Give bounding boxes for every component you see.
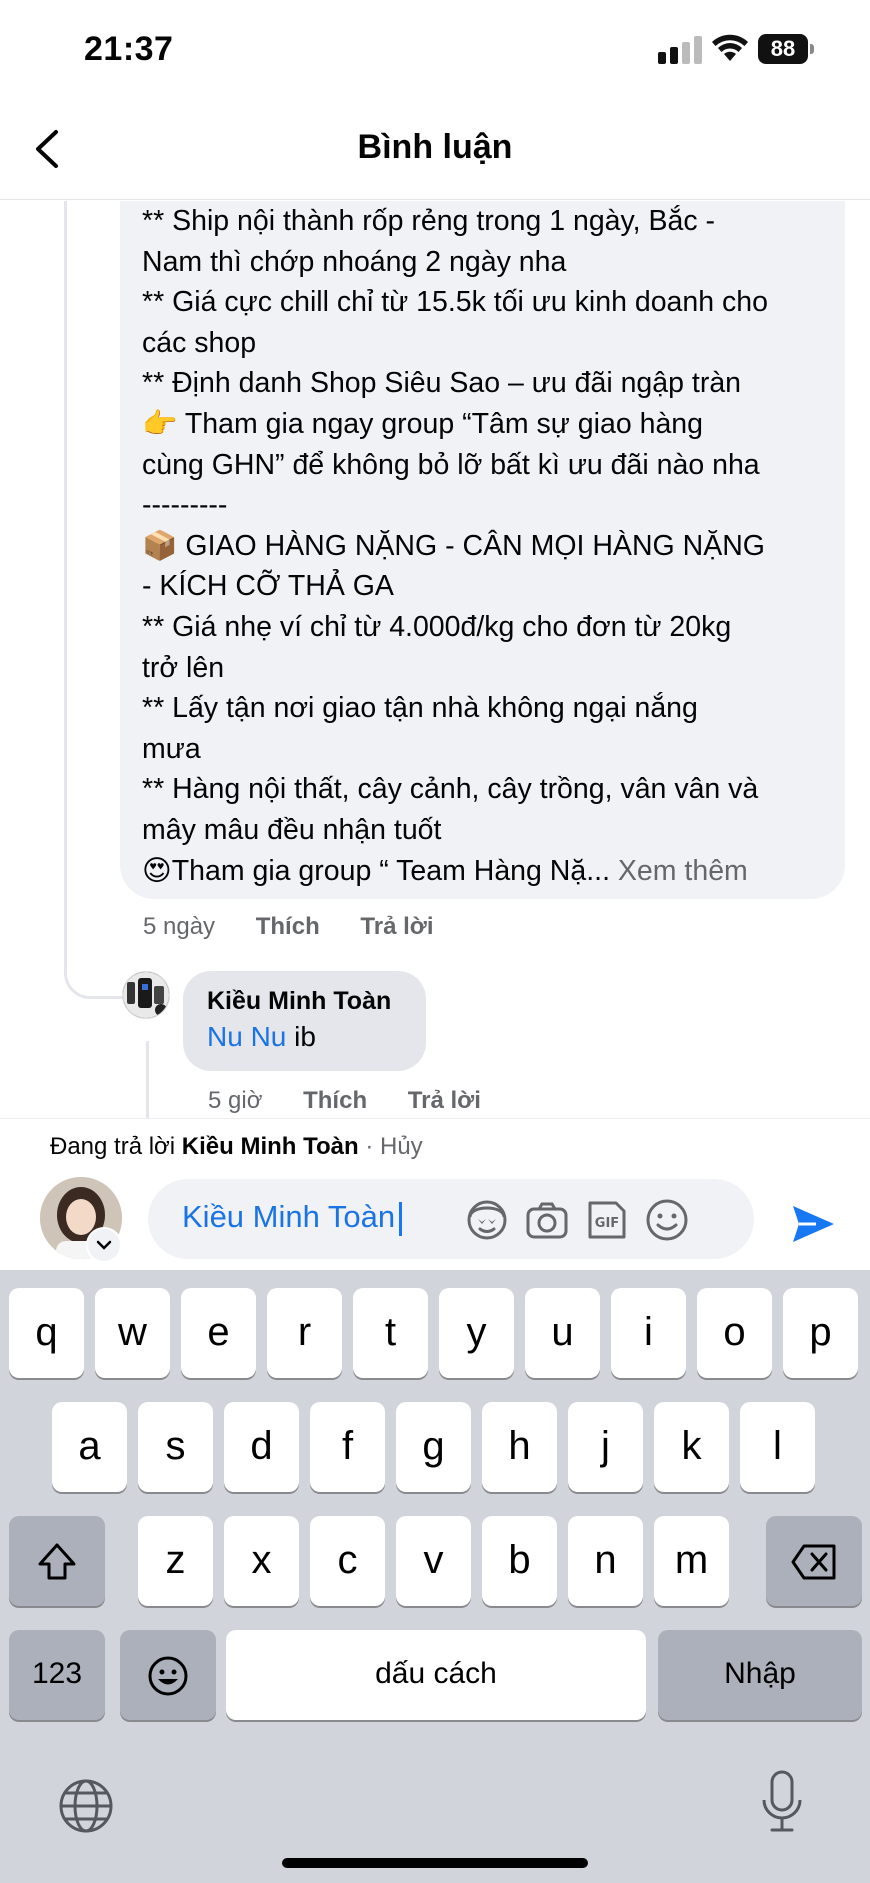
key-y[interactable]: y xyxy=(439,1288,514,1378)
replying-to-banner: Đang trả lời Kiều Minh Toàn · Hủy xyxy=(50,1133,423,1160)
key-m[interactable]: m xyxy=(654,1516,729,1606)
reply-text: ib xyxy=(286,1021,316,1052)
key-v[interactable]: v xyxy=(396,1516,471,1606)
reply-body: Nu Nu ib xyxy=(207,1019,402,1055)
emoji-icon[interactable] xyxy=(644,1197,690,1243)
key-s[interactable]: s xyxy=(138,1402,213,1492)
comment-bubble[interactable]: ** Ship nội thành rốp rẻng trong 1 ngày,… xyxy=(120,201,845,899)
camera-icon[interactable] xyxy=(524,1197,570,1243)
chevron-down-icon[interactable] xyxy=(86,1227,122,1263)
reply-author-name[interactable]: Kiều Minh Toàn xyxy=(207,985,402,1017)
key-a[interactable]: a xyxy=(52,1402,127,1492)
globe-icon[interactable] xyxy=(56,1776,116,1836)
home-indicator xyxy=(282,1858,588,1868)
battery-level: 88 xyxy=(758,34,808,64)
like-button[interactable]: Thích xyxy=(256,913,320,940)
on-screen-keyboard: q w e r t y u i o p a s d f g h j k l z … xyxy=(0,1270,870,1883)
mention-link[interactable]: Nu Nu xyxy=(207,1021,286,1052)
svg-text:GIF: GIF xyxy=(595,1216,619,1231)
shift-icon xyxy=(38,1543,76,1580)
space-key[interactable]: dấu cách xyxy=(226,1630,646,1720)
key-n[interactable]: n xyxy=(568,1516,643,1606)
microphone-icon[interactable] xyxy=(760,1770,804,1836)
reply-author-avatar-icon xyxy=(123,972,169,1018)
reply-bubble[interactable]: Kiều Minh Toàn Nu Nu ib xyxy=(183,971,426,1071)
send-icon[interactable] xyxy=(790,1201,836,1247)
comment-composer: Đang trả lời Kiều Minh Toàn · Hủy Kiều M… xyxy=(0,1118,870,1270)
key-k[interactable]: k xyxy=(654,1402,729,1492)
key-z[interactable]: z xyxy=(138,1516,213,1606)
key-o[interactable]: o xyxy=(697,1288,772,1378)
key-h[interactable]: h xyxy=(482,1402,557,1492)
thread-connector xyxy=(64,201,67,976)
cellular-signal-icon xyxy=(658,36,702,64)
key-u[interactable]: u xyxy=(525,1288,600,1378)
status-bar: 21:37 88 xyxy=(0,0,870,100)
comment-input[interactable]: Kiều Minh Toàn GIF xyxy=(148,1179,754,1259)
reply-button[interactable]: Trả lời xyxy=(408,1087,481,1114)
comment-input-value[interactable]: Kiều Minh Toàn xyxy=(182,1199,403,1236)
key-c[interactable]: c xyxy=(310,1516,385,1606)
reply-button[interactable]: Trả lời xyxy=(360,913,433,940)
status-time: 21:37 xyxy=(84,30,174,68)
avatar[interactable] xyxy=(122,971,170,1019)
like-button[interactable]: Thích xyxy=(303,1087,367,1114)
text-caret xyxy=(399,1201,403,1236)
backspace-icon xyxy=(791,1544,836,1580)
avatar-sticker-icon[interactable] xyxy=(464,1197,510,1243)
thread-connector xyxy=(146,1041,149,1118)
comment-actions: 5 ngày Thích Trả lời xyxy=(143,913,468,941)
key-g[interactable]: g xyxy=(396,1402,471,1492)
comment-last-line: 😍Tham gia group “ Team Hàng Nặ... xyxy=(142,854,610,887)
return-key[interactable]: Nhập xyxy=(658,1630,862,1720)
numbers-key[interactable]: 123 xyxy=(9,1630,105,1720)
wifi-icon xyxy=(712,34,748,61)
gif-icon[interactable]: GIF xyxy=(584,1197,630,1243)
emoji-icon xyxy=(148,1656,188,1696)
key-q[interactable]: q xyxy=(9,1288,84,1378)
key-d[interactable]: d xyxy=(224,1402,299,1492)
emoji-key[interactable] xyxy=(120,1630,216,1720)
key-w[interactable]: w xyxy=(95,1288,170,1378)
key-i[interactable]: i xyxy=(611,1288,686,1378)
see-more-link[interactable]: Xem thêm xyxy=(618,855,748,887)
key-f[interactable]: f xyxy=(310,1402,385,1492)
reply-timestamp: 5 giờ xyxy=(208,1087,263,1114)
key-b[interactable]: b xyxy=(482,1516,557,1606)
comment-body: ** Ship nội thành rốp rẻng trong 1 ngày,… xyxy=(142,205,768,887)
top-navigation-bar: Bình luận xyxy=(0,100,870,200)
key-j[interactable]: j xyxy=(568,1402,643,1492)
comment-timestamp: 5 ngày xyxy=(143,913,216,940)
thread-connector-curve xyxy=(64,949,126,999)
key-p[interactable]: p xyxy=(783,1288,858,1378)
key-r[interactable]: r xyxy=(267,1288,342,1378)
backspace-key[interactable] xyxy=(766,1516,862,1606)
page-title: Bình luận xyxy=(357,128,513,166)
key-l[interactable]: l xyxy=(740,1402,815,1492)
shift-key[interactable] xyxy=(9,1516,105,1606)
comments-list[interactable]: ** Ship nội thành rốp rẻng trong 1 ngày,… xyxy=(0,201,870,1118)
battery-icon: 88 xyxy=(758,34,814,64)
key-e[interactable]: e xyxy=(181,1288,256,1378)
replying-to-name: Kiều Minh Toàn xyxy=(181,1133,359,1160)
cancel-reply-link[interactable]: Hủy xyxy=(380,1133,423,1160)
key-x[interactable]: x xyxy=(224,1516,299,1606)
reply-actions: 5 giờ Thích Trả lời xyxy=(208,1087,515,1115)
key-t[interactable]: t xyxy=(353,1288,428,1378)
